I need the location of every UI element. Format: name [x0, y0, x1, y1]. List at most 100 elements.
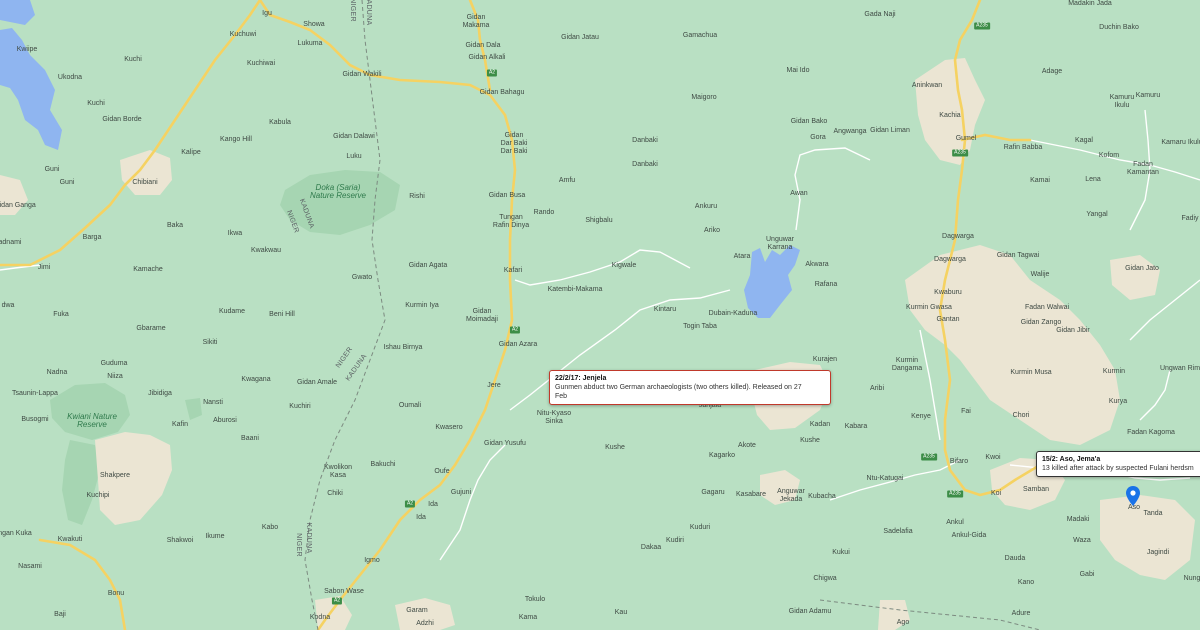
place-label: Kurmin Musa [1010, 369, 1052, 376]
place-label: Kamuru Ikulu [1109, 94, 1135, 109]
place-label: Kwoi [985, 454, 1001, 461]
place-label: Kurya [1108, 398, 1128, 405]
place-label: Kurmin Dangama [891, 357, 923, 372]
place-label: Ida [428, 501, 438, 508]
place-label: Kagarko [708, 452, 736, 459]
place-label: Kabara [844, 423, 868, 430]
place-label: Kuchi [124, 56, 142, 63]
place-label: Madakin Jada [1068, 0, 1112, 7]
place-label: Gidan Wakili [342, 71, 382, 78]
incident-popup-jenjela[interactable]: 22/2/17: Jenjela Gunmen abduct two Germa… [549, 370, 831, 405]
place-label: Kwasero [435, 424, 463, 431]
place-label: ngan Kuka [0, 530, 32, 537]
place-label: Baji [54, 611, 66, 618]
place-label: Kafin [172, 421, 188, 428]
place-label: Dauda [1004, 555, 1026, 562]
place-label: Gidan Alkali [468, 54, 506, 61]
incident-title: 15/2: Aso, Jema'a [1042, 456, 1101, 463]
place-label: Guni [59, 179, 75, 186]
place-label: Adure [1011, 610, 1031, 617]
place-label: Gidan Borde [102, 116, 142, 123]
place-label: Ariko [704, 227, 720, 234]
map-canvas[interactable]: Showa Igu Lukuma Kuchuwi Kwiipe Kuchi Kuchiwai… [0, 0, 1200, 630]
place-label: Sadelafia [883, 528, 913, 535]
place-label: Kafari [503, 267, 523, 274]
place-label: Kwagana [241, 376, 271, 383]
road-shield: A2 [509, 326, 521, 334]
place-label: Kachia [939, 112, 961, 119]
place-label: Ankul [946, 519, 964, 526]
place-label: Aribi [869, 385, 885, 392]
place-label: Angwanga [833, 128, 867, 135]
place-label: adnami [0, 239, 22, 246]
incident-popup-aso[interactable]: 15/2: Aso, Jema'a 13 killed after attack… [1036, 451, 1200, 477]
map-base-layer [0, 0, 1200, 630]
place-label: Sikiti [202, 339, 218, 346]
place-label: Ungwan Rim [1159, 365, 1200, 372]
place-label: Amfu [558, 177, 576, 184]
place-label: Ago [896, 619, 910, 626]
place-label: Gidan Bako [790, 118, 828, 125]
place-label: Gidan Dala [465, 42, 501, 49]
place-label: Walije [1030, 271, 1050, 278]
place-label: Kau [614, 609, 628, 616]
place-label: Kadan [809, 421, 831, 428]
road-shield: A2 [404, 500, 416, 508]
place-label: Aburosi [213, 417, 237, 424]
place-label: Showa [303, 21, 325, 28]
place-label: Baani [241, 435, 259, 442]
place-label: Gidan Yusufu [484, 440, 526, 447]
place-label: Yangal [1086, 211, 1108, 218]
border-label-niger: NIGER [349, 0, 356, 22]
map-pin-icon[interactable] [1126, 486, 1140, 506]
place-label: Danbaki [632, 161, 658, 168]
place-label: Kurmin Iya [405, 302, 439, 309]
place-label: Kalipe [181, 149, 201, 156]
road-shield: A235 [921, 453, 937, 461]
place-label: Bakuchi [370, 461, 396, 468]
place-label: Kuchuwi [229, 31, 257, 38]
border-label-niger-4: NIGER [295, 533, 302, 557]
place-label: Kushe [800, 437, 820, 444]
place-label: Garam [406, 607, 428, 614]
place-label: Kodna [309, 614, 331, 621]
place-label: Gidan Azara [498, 341, 538, 348]
place-label: Nadna [46, 369, 68, 376]
place-label: Gagaru [701, 489, 725, 496]
place-label: Gabi [1079, 571, 1095, 578]
road-shield: A235 [947, 490, 963, 498]
place-label: Gidan Jatau [561, 34, 599, 41]
place-label: Kigwale [611, 262, 637, 269]
place-label: Gidan Zango [1020, 319, 1062, 326]
place-label: Kwakuti [57, 536, 83, 543]
place-label: Kama [518, 614, 538, 621]
place-label: Oufe [434, 468, 450, 475]
place-label: Kushe [605, 444, 625, 451]
place-label: Akote [738, 442, 756, 449]
place-label: Madaki [1066, 516, 1090, 523]
place-label: Kagal [1075, 137, 1093, 144]
place-label: Jimi [37, 264, 51, 271]
road-shield: A2 [486, 69, 498, 77]
place-label: Dagwarga [934, 256, 966, 263]
place-label: Chibiani [132, 179, 158, 186]
place-label: Jibidiga [148, 390, 172, 397]
place-label: Gada Naji [864, 11, 896, 18]
place-label: Gantan [936, 316, 960, 323]
place-label: Rishi [409, 193, 425, 200]
place-label: Jagindi [1146, 549, 1170, 556]
place-label: Sabon Wase [324, 588, 364, 595]
place-label: Gidan Amale [296, 379, 338, 386]
place-label: Kwaburu [934, 289, 962, 296]
place-label: Kubacha [808, 493, 836, 500]
place-label: Awan [790, 190, 808, 197]
place-label: Ankul-Gida [951, 532, 987, 539]
place-label: Kurmin [1102, 368, 1126, 375]
place-label: Kamai [1030, 177, 1050, 184]
place-label: Gamachua [682, 32, 718, 39]
place-label: Unguwar Karrana [765, 236, 795, 251]
place-label: Gidan Moimadaji [466, 308, 498, 323]
place-label: Dubain-Kaduna [708, 310, 758, 317]
place-label: Bifaro [949, 458, 969, 465]
place-label: Kuchiwai [246, 60, 276, 67]
